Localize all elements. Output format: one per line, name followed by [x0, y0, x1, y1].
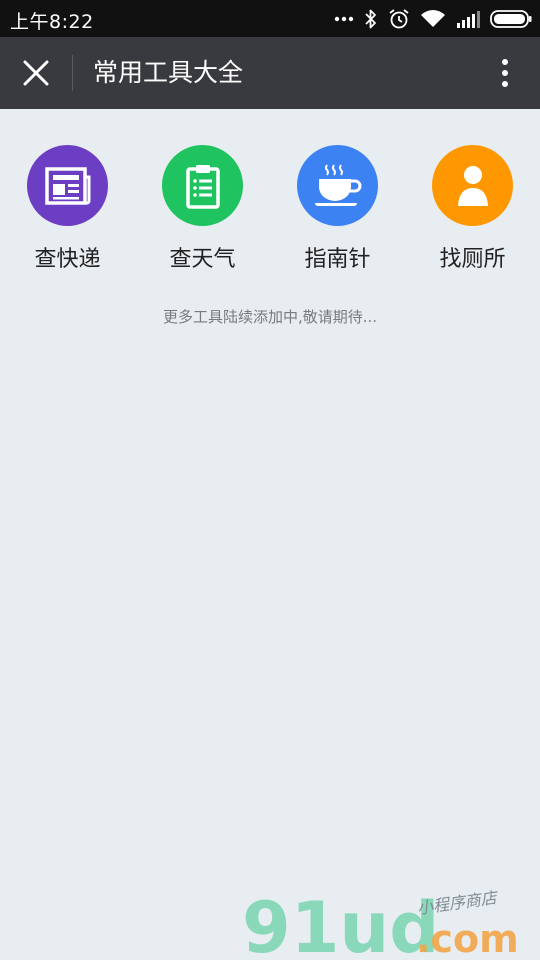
tool-label: 找厕所: [439, 247, 506, 272]
watermark-domain: .com: [416, 917, 519, 960]
tool-label: 查快递: [34, 247, 101, 272]
close-button[interactable]: [16, 53, 56, 93]
person-icon: [457, 165, 488, 206]
tool-label: 查天气: [169, 247, 236, 272]
tool-icon-circle: [27, 145, 108, 226]
tools-grid: 查快递 查天气 指南针 找厕所: [0, 145, 540, 275]
tool-label: 指南针: [304, 247, 371, 272]
tool-express-tracking[interactable]: 查快递: [0, 145, 135, 275]
more-menu-button[interactable]: [490, 53, 520, 93]
tool-weather[interactable]: 查天气: [135, 145, 270, 275]
battery-icon: [490, 9, 532, 28]
tool-icon-circle: [432, 145, 513, 226]
more-dots-icon: [334, 16, 354, 21]
status-bar: 上午8:22: [0, 0, 540, 37]
tool-compass[interactable]: 指南针: [270, 145, 405, 275]
close-icon: [23, 60, 49, 86]
wifi-icon: [421, 9, 445, 27]
page-title: 常用工具大全: [93, 58, 244, 87]
tool-toilet-finder[interactable]: 找厕所: [405, 145, 540, 275]
tool-icon-circle: [162, 145, 243, 226]
watermark-brand: 91ud: [242, 888, 439, 960]
title-bar: 常用工具大全: [0, 37, 540, 109]
status-icons: [334, 0, 532, 37]
alarm-icon: [389, 8, 409, 28]
coffee-cup-icon: [314, 163, 361, 206]
newspaper-icon: [44, 166, 90, 205]
title-divider: [72, 55, 73, 91]
status-time: 上午8:22: [10, 11, 94, 33]
bluetooth-icon: [365, 9, 376, 28]
clipboard-icon: [185, 164, 220, 209]
more-vertical-icon: [502, 59, 508, 87]
coming-soon-note: 更多工具陆续添加中,敬请期待...: [162, 308, 378, 326]
signal-icon: [457, 10, 480, 28]
tool-icon-circle: [297, 145, 378, 226]
watermark-logo: 91ud .com 小程序商店: [242, 888, 519, 960]
